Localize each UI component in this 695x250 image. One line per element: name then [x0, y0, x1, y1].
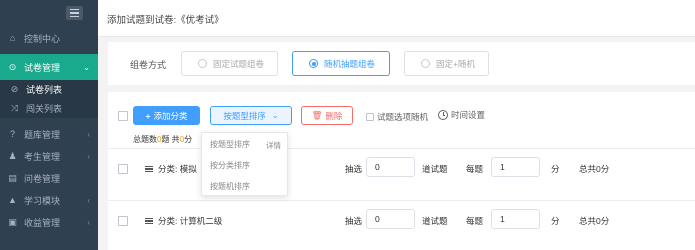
mode-option-label: 固定试题组卷: [213, 58, 265, 69]
category-name: 分类: 模拟: [158, 164, 197, 174]
sidebar-subitem-challenge-list[interactable]: ⤨ 闯关列表: [0, 99, 98, 118]
sidebar-subitem-label: 闯关列表: [26, 104, 63, 114]
shuffle-options-checkbox[interactable]: 试题选项随机: [366, 111, 428, 123]
pick-label: 抽选: [345, 164, 363, 174]
category-name: 分类: 计算机二级: [158, 216, 223, 226]
category-list-panel: + 添加分类 按题型排序 ⌄ 🗑 删除 试题选项随机 时间设置 总题数0题 共0…: [108, 92, 695, 250]
mode-random-button[interactable]: 随机抽题组卷: [292, 51, 390, 76]
mode-fixed-button[interactable]: 固定试题组卷: [181, 51, 278, 76]
chevron-down-icon: ⌄: [83, 62, 90, 72]
pick-count-input[interactable]: 0: [366, 157, 415, 177]
row-checkbox[interactable]: [118, 164, 128, 174]
row-title: 分类: 模拟: [145, 163, 197, 175]
sidebar-item-label: 试卷管理: [24, 62, 61, 73]
user-icon: ♟: [8, 150, 17, 161]
radio-icon: [198, 59, 207, 68]
mode-mixed-button[interactable]: 固定+随机: [404, 51, 489, 76]
sidebar-item-revenue[interactable]: ▣ 收益管理 ‹: [0, 211, 98, 233]
shuffle-icon: ⤨: [10, 103, 19, 113]
points-each-input[interactable]: 1: [491, 157, 540, 177]
add-category-button[interactable]: + 添加分类: [133, 106, 200, 125]
add-category-label: 添加分类: [153, 110, 188, 121]
row-title: 分类: 计算机二级: [145, 215, 222, 227]
drag-handle-icon[interactable]: [145, 165, 153, 173]
sidebar-item-questionnaire[interactable]: ▤ 问卷管理: [0, 167, 98, 189]
select-all-checkbox[interactable]: [118, 111, 128, 121]
row-total: 总共0分: [579, 164, 610, 174]
question-summary: 总题数0题 共0分: [133, 135, 193, 144]
radio-icon: [421, 59, 430, 68]
drag-handle-icon[interactable]: [145, 217, 153, 225]
time-settings-label: 时间设置: [451, 110, 486, 120]
sort-dropdown-menu: 按题型排序 详情 按分类排序 按题机排序: [201, 132, 288, 196]
page-header: 添加试题到试卷:《优考试》: [98, 0, 695, 37]
question-circle-icon: ?: [9, 129, 15, 139]
points-each-input[interactable]: 1: [491, 209, 540, 229]
delete-button[interactable]: 🗑 删除: [301, 106, 353, 125]
checkbox-icon: [366, 113, 374, 121]
mode-option-label: 固定+随机: [436, 58, 475, 69]
list-toolbar: + 添加分类 按题型排序 ⌄ 🗑 删除 试题选项随机 时间设置: [108, 92, 695, 132]
chevron-left-icon: ‹: [87, 195, 90, 205]
radio-selected-icon: [309, 59, 318, 68]
sidebar-item-exam-management[interactable]: ⊙ 试卷管理 ⌄: [0, 54, 98, 80]
sidebar-header: [0, 0, 98, 27]
sidebar-subitem-exam-list[interactable]: ⊘ 试卷列表: [0, 80, 98, 99]
row-total: 总共0分: [579, 216, 610, 226]
points-unit-label: 分: [551, 216, 560, 226]
questions-unit-label: 道试题: [422, 216, 448, 226]
chevron-left-icon: ‹: [87, 129, 90, 139]
sidebar: ⌂ 控制中心 ⊙ 试卷管理 ⌄ ⊘ 试卷列表 ⤨ 闯关列表 ? 题库管理 ‹ ♟…: [0, 0, 98, 250]
sort-dropdown-button[interactable]: 按题型排序 ⌄: [210, 106, 292, 125]
table-row: 分类: 模拟 抽选 0 道试题 每题 1 分 总共0分: [108, 148, 695, 190]
pick-count-input[interactable]: 0: [366, 209, 415, 229]
sidebar-item-examinee[interactable]: ♟ 考生管理 ‹: [0, 145, 98, 167]
chevron-left-icon: ‹: [87, 151, 90, 161]
sidebar-item-label: 控制中心: [24, 33, 61, 44]
mode-option-label: 随机抽题组卷: [324, 58, 376, 69]
sidebar-item-control-center[interactable]: ⌂ 控制中心: [0, 27, 98, 49]
sidebar-item-learning[interactable]: ▲ 学习模块 ‹: [0, 189, 98, 211]
sidebar-item-label: 题库管理: [24, 129, 61, 140]
pick-label: 抽选: [345, 216, 363, 226]
clock-icon: [438, 110, 448, 120]
sidebar-item-label: 收益管理: [24, 217, 61, 228]
questions-unit-label: 道试题: [422, 164, 448, 174]
sort-label: 按题型排序: [223, 110, 266, 121]
compose-mode-label: 组卷方式: [130, 60, 167, 70]
menu-toggle-icon[interactable]: [66, 6, 83, 20]
sort-by-type-option[interactable]: 按题型排序: [210, 139, 250, 150]
circle-icon: ⊘: [10, 84, 19, 94]
graduation-cap-icon: ▲: [8, 195, 17, 205]
sort-by-category-option[interactable]: 按分类排序: [210, 160, 250, 171]
each-label: 每题: [466, 164, 484, 174]
money-icon: ▣: [8, 216, 17, 227]
detail-link[interactable]: 详情: [266, 140, 281, 151]
chevron-down-icon: ⌄: [271, 111, 279, 120]
check-circle-icon: ⊙: [8, 61, 17, 72]
home-icon: ⌂: [9, 33, 16, 43]
shuffle-options-label: 试题选项随机: [377, 112, 429, 122]
compose-mode-panel: 组卷方式 固定试题组卷 随机抽题组卷 固定+随机: [108, 42, 695, 85]
sidebar-item-label: 问卷管理: [24, 173, 61, 184]
points-unit-label: 分: [551, 164, 560, 174]
time-settings-button[interactable]: 时间设置: [438, 109, 485, 121]
plus-icon: +: [145, 110, 151, 121]
sidebar-item-label: 考生管理: [24, 151, 61, 162]
sidebar-submenu: ⊘ 试卷列表 ⤨ 闯关列表: [0, 80, 98, 118]
document-icon: ▤: [8, 172, 17, 183]
trash-icon: 🗑: [311, 110, 323, 120]
main-content: 添加试题到试卷:《优考试》 组卷方式 固定试题组卷 随机抽题组卷 固定+随机 +…: [98, 0, 695, 250]
sidebar-item-question-bank[interactable]: ? 题库管理 ‹: [0, 123, 98, 145]
each-label: 每题: [466, 216, 484, 226]
sidebar-item-label: 学习模块: [24, 195, 61, 206]
row-checkbox[interactable]: [118, 216, 128, 226]
chevron-left-icon: ‹: [87, 217, 90, 227]
delete-label: 删除: [325, 110, 343, 121]
table-row: 分类: 计算机二级 抽选 0 道试题 每题 1 分 总共0分: [108, 200, 695, 242]
sort-random-option[interactable]: 按题机排序: [210, 181, 250, 192]
page-title: 添加试题到试卷:《优考试》: [107, 15, 224, 26]
sidebar-subitem-label: 试卷列表: [26, 85, 63, 95]
